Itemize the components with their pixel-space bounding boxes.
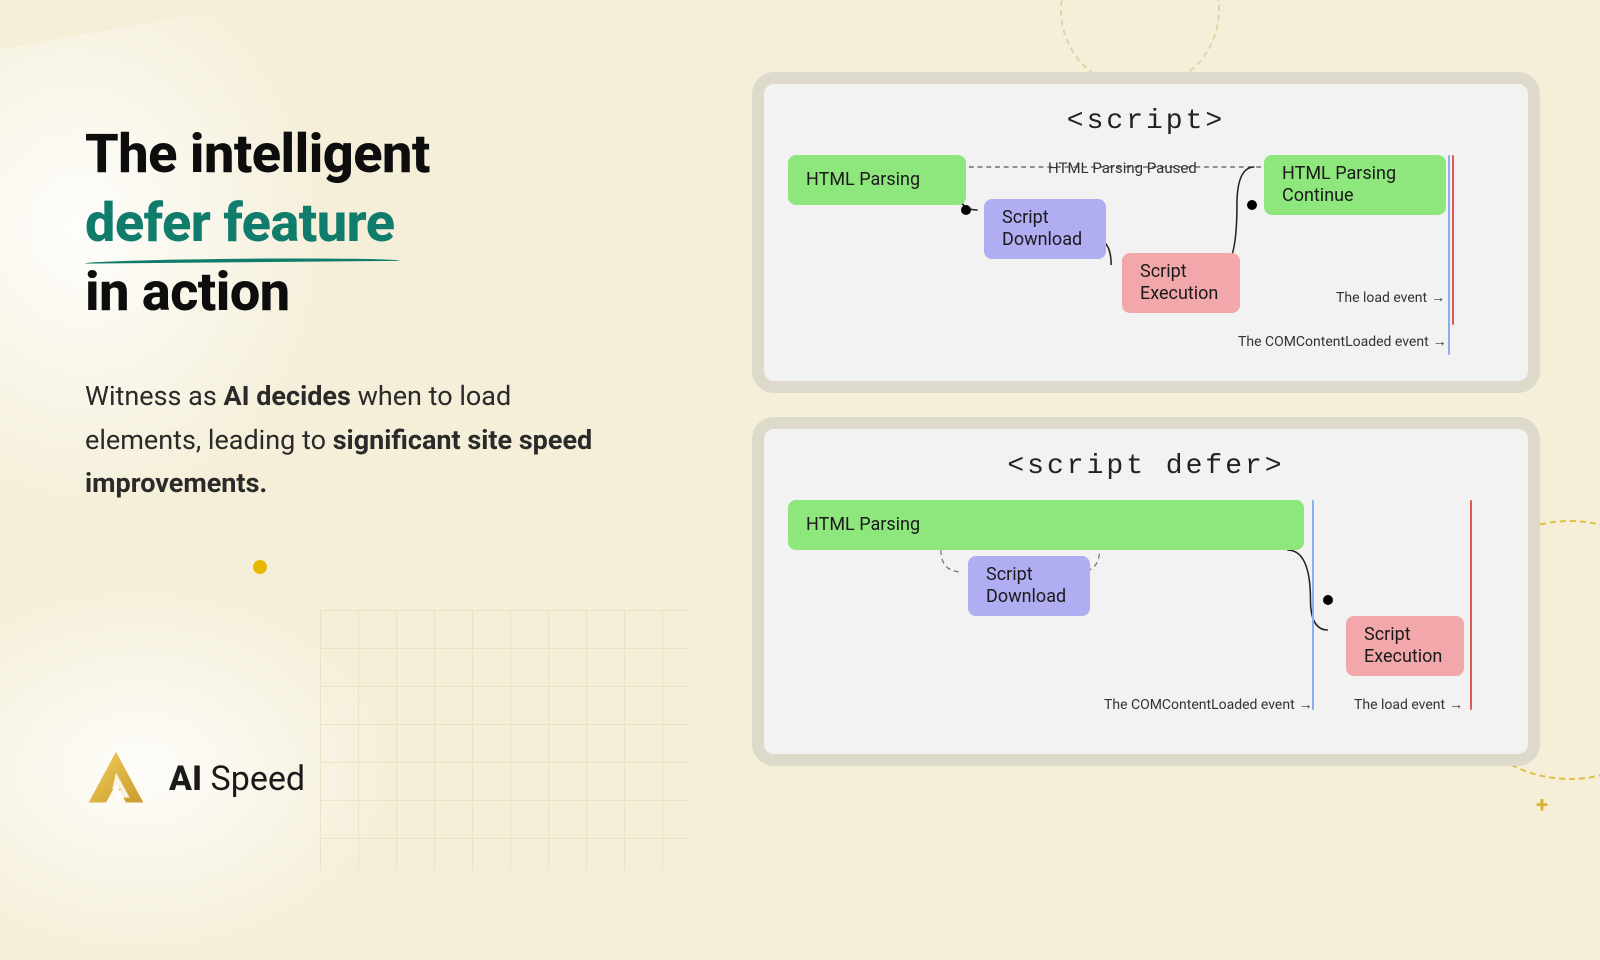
diagram1-title: <script>: [788, 106, 1504, 137]
diagram-cards: <script> HTML Parsing HTML Parsing Pause…: [752, 72, 1540, 766]
label-dcl-text: The COMContentLoaded event: [1238, 334, 1429, 350]
subtitle: Witness as AI decides when to load eleme…: [85, 375, 625, 505]
block-script-execution: Script Execution: [1122, 253, 1240, 313]
brand-name: AI Speed: [169, 759, 305, 799]
bg-grid: [320, 610, 690, 870]
bg-dot: [253, 560, 267, 574]
headline-accent: defer feature: [85, 189, 394, 258]
diagram-card-script: <script> HTML Parsing HTML Parsing Pause…: [752, 72, 1540, 393]
left-column: The intelligent defer feature in action …: [85, 120, 645, 505]
connector-dot: [1247, 200, 1257, 210]
connector-dot: [1323, 595, 1333, 605]
domcontentloaded-line: [1312, 500, 1314, 710]
plus-icon: +: [1536, 793, 1548, 818]
brand-bold: AI: [169, 759, 202, 799]
label-load-event: The load event→: [1336, 289, 1445, 306]
brand-logo-icon: [85, 748, 147, 810]
label-load-event: The load event→: [1354, 696, 1463, 713]
label-domcontentloaded-event: The COMContentLoaded event→: [1104, 696, 1313, 713]
diagram1-timeline: HTML Parsing HTML Parsing Paused Script …: [788, 155, 1504, 365]
diagram2-title: <script defer>: [788, 451, 1504, 482]
subtitle-pre: Witness as: [85, 380, 223, 412]
headline-line3: in action: [85, 261, 290, 324]
brand: AI Speed: [85, 748, 305, 810]
label-parsing-paused: HTML Parsing Paused: [1048, 159, 1197, 177]
block-html-parsing: HTML Parsing: [788, 500, 1304, 550]
label-domcontentloaded-event: The COMContentLoaded event→: [1238, 333, 1447, 350]
label-load-event-text: The load event: [1336, 290, 1427, 306]
block-html-parsing: HTML Parsing: [788, 155, 966, 205]
subtitle-bold1: AI decides: [223, 380, 350, 412]
block-script-execution: Script Execution: [1346, 616, 1464, 676]
domcontentloaded-line: [1448, 155, 1450, 355]
load-event-line: [1470, 500, 1472, 710]
headline: The intelligent defer feature in action: [85, 120, 645, 327]
block-html-parsing-continue: HTML Parsing Continue: [1264, 155, 1446, 215]
brand-rest: Speed: [202, 759, 305, 799]
label-dcl-text2: The COMContentLoaded event: [1104, 697, 1295, 713]
headline-line1: The intelligent: [85, 123, 430, 186]
block-script-download: Script Download: [984, 199, 1106, 259]
label-load-text2: The load event: [1354, 697, 1445, 713]
connector-dot: [961, 205, 971, 215]
block-script-download: Script Download: [968, 556, 1090, 616]
diagram2-timeline: HTML Parsing Script Download Script Exec…: [788, 500, 1504, 738]
load-event-line: [1452, 155, 1454, 325]
diagram-card-script-defer: <script defer> HTML Parsing Script Downl…: [752, 417, 1540, 766]
